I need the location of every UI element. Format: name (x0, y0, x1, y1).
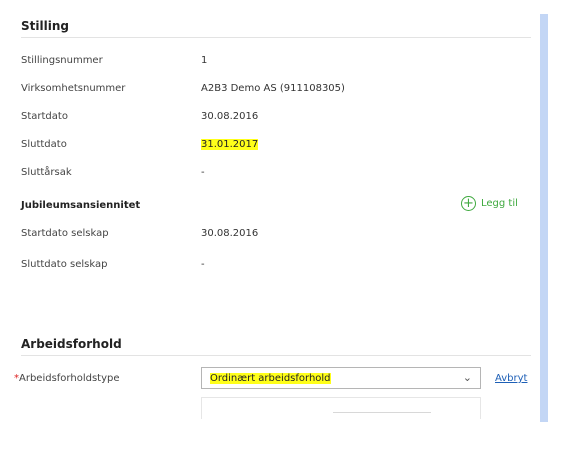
value-stillingsnummer: 1 (201, 55, 208, 66)
section-title-stilling: Stilling (21, 19, 69, 33)
section-title-arbeidsforhold: Arbeidsforhold (21, 337, 122, 351)
cancel-link[interactable]: Avbryt (495, 373, 527, 384)
label-sluttdato-selskap: Sluttdato selskap (21, 259, 108, 270)
value-virksomhetsnummer: A2B3 Demo AS (911108305) (201, 83, 345, 94)
value-sluttdato: 31.01.2017 (201, 139, 259, 150)
label-startdato-selskap: Startdato selskap (21, 228, 109, 239)
label-text: Arbeidsforholdstype (19, 373, 120, 384)
value-startdato-selskap: 30.08.2016 (201, 228, 259, 239)
label-arbeidsforholdstype: *Arbeidsforholdstype (14, 373, 120, 384)
highlighted-date: 31.01.2017 (201, 139, 259, 150)
add-button-label: Legg til (481, 198, 518, 209)
label-sluttarsak: Sluttårsak (21, 167, 72, 178)
add-button[interactable]: + Legg til (461, 196, 518, 211)
label-virksomhetsnummer: Virksomhetsnummer (21, 83, 126, 94)
section-divider (21, 355, 531, 356)
plus-circle-icon: + (461, 196, 476, 211)
divider (333, 412, 431, 413)
value-startdato: 30.08.2016 (201, 111, 259, 122)
arbeidsforholdstype-select[interactable]: Ordinært arbeidsforhold ⌄ (201, 367, 481, 389)
page: Stilling Stillingsnummer 1 Virksomhetsnu… (0, 0, 568, 450)
section-divider (21, 37, 531, 38)
scrollbar[interactable] (540, 14, 548, 422)
label-stillingsnummer: Stillingsnummer (21, 55, 103, 66)
chevron-down-icon: ⌄ (462, 371, 472, 384)
value-sluttarsak: - (201, 167, 205, 178)
value-sluttdato-selskap: - (201, 259, 205, 270)
subsection-title-jubileum: Jubileumsansiennitet (21, 200, 141, 211)
label-startdato: Startdato (21, 111, 68, 122)
selected-value: Ordinært arbeidsforhold (210, 372, 331, 384)
dropdown-panel (201, 397, 481, 419)
label-sluttdato: Sluttdato (21, 139, 67, 150)
